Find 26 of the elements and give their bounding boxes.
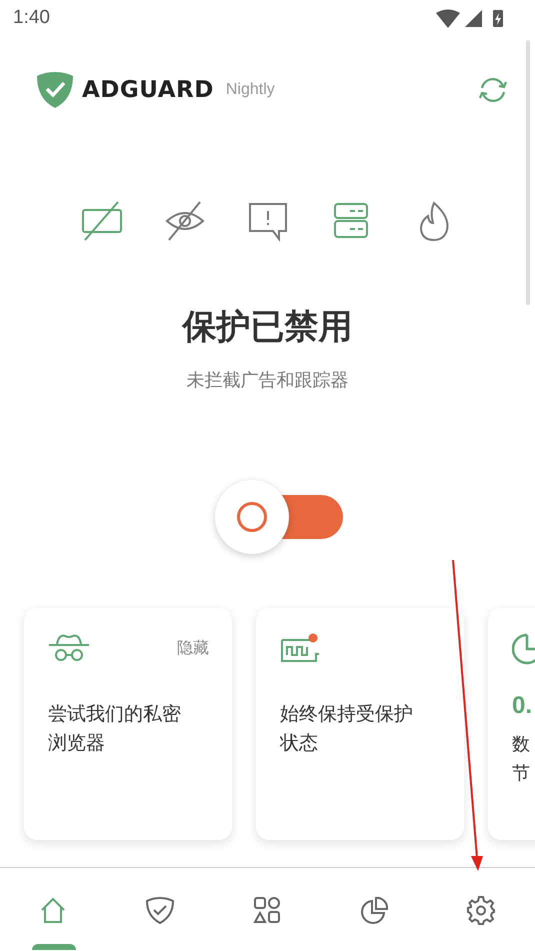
stat-value: 0.: [512, 692, 532, 720]
battery-charging-icon: [493, 10, 503, 26]
pie-chart-icon: [512, 632, 535, 666]
status-time: 1:40: [13, 7, 50, 29]
settings-icon: [467, 896, 496, 925]
promo-card[interactable]: 隐藏 尝试我们的私密浏览器: [24, 608, 232, 840]
protection-title: 保护已禁用: [182, 306, 352, 348]
alert-speech-bubble-icon[interactable]: [246, 200, 288, 242]
card-text: 数 节: [512, 733, 531, 786]
shapes-icon: [253, 896, 282, 925]
pie-chart-icon: [360, 896, 389, 925]
shield-check-icon: [146, 896, 175, 925]
promo-card[interactable]: 始终保持受保护状态: [256, 608, 464, 840]
shield-check-logo: [36, 71, 74, 109]
protection-toggle[interactable]: [214, 480, 342, 554]
signal-icon: [465, 10, 482, 26]
card-text: 尝试我们的私密浏览器: [48, 702, 182, 756]
promo-card[interactable]: 0. 数 节: [488, 608, 535, 840]
wifi-icon: [435, 8, 461, 28]
card-text: 始终保持受保护状态: [280, 702, 414, 756]
edition-label: Nightly: [226, 81, 275, 99]
brand-name: ADGUARD: [82, 77, 214, 103]
crossed-rectangle-icon[interactable]: [80, 200, 122, 242]
crossed-eye-icon[interactable]: [164, 200, 206, 242]
hide-button[interactable]: 隐藏: [177, 638, 209, 659]
protection-subtitle: 未拦截广告和跟踪器: [186, 370, 348, 392]
